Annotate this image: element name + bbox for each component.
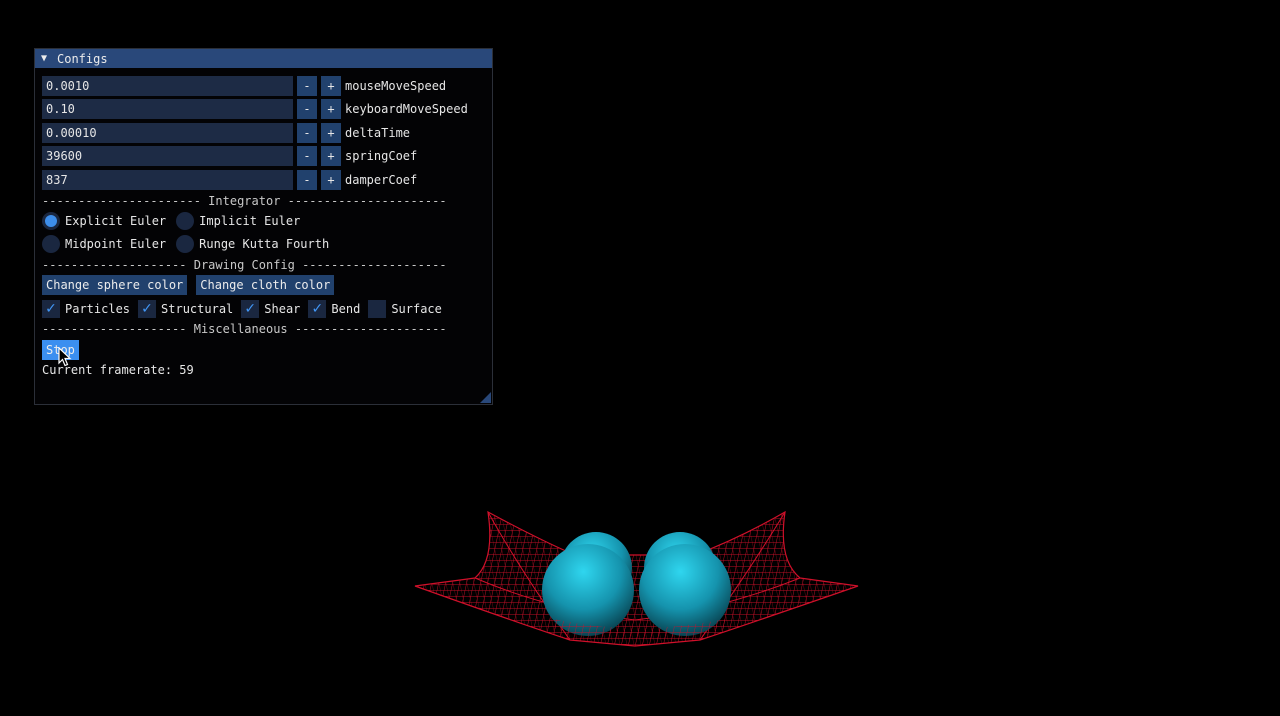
checkbox-empty-icon[interactable]: [368, 300, 387, 318]
param-label: springCoef: [345, 149, 418, 163]
radio-label: Runge Kutta Fourth: [199, 237, 330, 251]
radio-label: Implicit Euler: [199, 214, 301, 228]
param-row-damper-coef: 837 - + damperCoef: [42, 170, 417, 190]
check-icon[interactable]: ✓: [241, 300, 260, 318]
color-buttons-row: Change sphere color Change cloth color: [42, 275, 343, 295]
mouse-move-speed-minus-button[interactable]: -: [297, 76, 317, 96]
radio-implicit-euler[interactable]: Implicit Euler: [176, 212, 300, 230]
radio-label: Explicit Euler: [65, 214, 167, 228]
draw-toggles-row: ✓ Particles ✓ Structural ✓ Shear ✓ Bend: [42, 299, 450, 319]
check-icon[interactable]: ✓: [42, 300, 60, 318]
checkbox-label: Particles: [65, 302, 131, 316]
spring-coef-plus-button[interactable]: +: [321, 146, 341, 166]
checkbox-label: Structural: [161, 302, 234, 316]
radio-runge-kutta-fourth[interactable]: Runge Kutta Fourth: [176, 235, 329, 253]
check-icon[interactable]: ✓: [138, 300, 157, 318]
change-sphere-color-button[interactable]: Change sphere color: [42, 275, 188, 295]
param-row-mouse-move-speed: 0.0010 - + mouseMoveSpeed: [42, 76, 446, 96]
param-row-keyboard-move-speed: 0.10 - + keyboardMoveSpeed: [42, 99, 468, 119]
radio-dot-icon[interactable]: [42, 235, 60, 253]
window-titlebar[interactable]: ▼ Configs: [35, 49, 492, 68]
radio-dot-icon[interactable]: [176, 212, 195, 230]
param-label: deltaTime: [345, 126, 411, 140]
change-cloth-color-button[interactable]: Change cloth color: [196, 275, 335, 295]
integrator-separator: ---------------------- Integrator ------…: [42, 194, 447, 208]
checkbox-bend[interactable]: ✓ Bend: [308, 300, 360, 318]
radio-explicit-euler[interactable]: Explicit Euler: [42, 212, 166, 230]
window-title: Configs: [57, 51, 108, 66]
checkbox-label: Bend: [331, 302, 361, 316]
radio-label: Midpoint Euler: [65, 237, 167, 251]
param-row-spring-coef: 39600 - + springCoef: [42, 146, 417, 166]
integrator-row-1: Explicit Euler Implicit Euler: [42, 211, 310, 231]
keyboard-move-speed-minus-button[interactable]: -: [297, 99, 317, 119]
damper-coef-plus-button[interactable]: +: [321, 170, 341, 190]
integrator-row-2: Midpoint Euler Runge Kutta Fourth: [42, 234, 339, 254]
mouse-move-speed-plus-button[interactable]: +: [321, 76, 341, 96]
cloth-mesh: [414, 510, 859, 647]
checkbox-particles[interactable]: ✓ Particles: [42, 300, 130, 318]
delta-time-input[interactable]: 0.00010: [42, 123, 293, 143]
delta-time-minus-button[interactable]: -: [297, 123, 317, 143]
check-icon[interactable]: ✓: [308, 300, 327, 318]
checkbox-label: Shear: [264, 302, 301, 316]
damper-coef-minus-button[interactable]: -: [297, 170, 317, 190]
param-label: damperCoef: [345, 173, 418, 187]
spring-coef-input[interactable]: 39600: [42, 146, 293, 166]
checkbox-structural[interactable]: ✓ Structural: [138, 300, 233, 318]
param-label: keyboardMoveSpeed: [345, 102, 468, 116]
damper-coef-input[interactable]: 837: [42, 170, 293, 190]
radio-midpoint-euler[interactable]: Midpoint Euler: [42, 235, 166, 253]
mouse-move-speed-input[interactable]: 0.0010: [42, 76, 293, 96]
radio-dot-icon[interactable]: [176, 235, 195, 253]
checkbox-shear[interactable]: ✓ Shear: [241, 300, 300, 318]
app-canvas[interactable]: ▼ Configs 0.0010 - + mouseMoveSpeed 0.10…: [0, 0, 1280, 716]
radio-dot-icon[interactable]: [42, 212, 60, 230]
keyboard-move-speed-input[interactable]: 0.10: [42, 99, 293, 119]
miscellaneous-separator: -------------------- Miscellaneous -----…: [42, 322, 447, 336]
cloth-simulation-viewport[interactable]: [400, 500, 870, 660]
checkbox-surface[interactable]: Surface: [368, 300, 442, 318]
spring-coef-minus-button[interactable]: -: [297, 146, 317, 166]
resize-grip-icon[interactable]: [480, 392, 491, 403]
triangle-down-icon[interactable]: ▼: [41, 53, 51, 64]
drawing-config-separator: -------------------- Drawing Config ----…: [42, 258, 447, 272]
delta-time-plus-button[interactable]: +: [321, 123, 341, 143]
mouse-cursor-icon: [58, 347, 72, 367]
param-row-delta-time: 0.00010 - + deltaTime: [42, 123, 410, 143]
param-label: mouseMoveSpeed: [345, 79, 447, 93]
keyboard-move-speed-plus-button[interactable]: +: [321, 99, 341, 119]
checkbox-label: Surface: [391, 302, 442, 316]
configs-window[interactable]: ▼ Configs 0.0010 - + mouseMoveSpeed 0.10…: [34, 48, 493, 405]
